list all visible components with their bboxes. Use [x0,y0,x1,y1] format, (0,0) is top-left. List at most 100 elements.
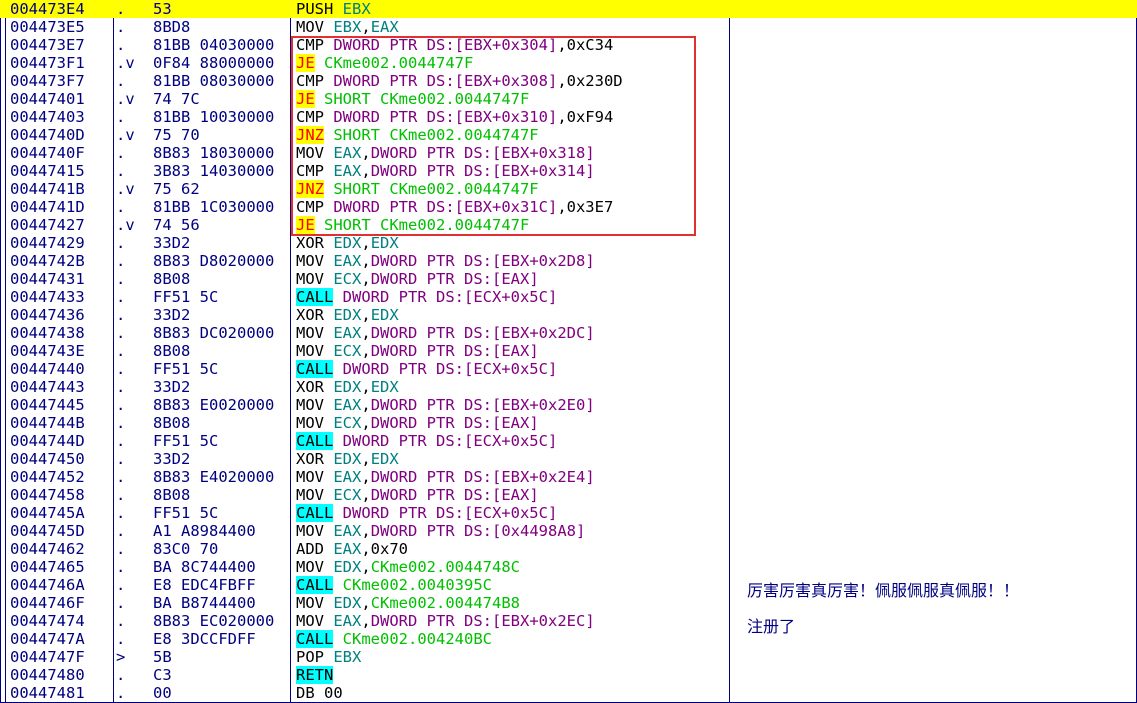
asm-token [324,648,333,666]
address-cell: 00447436 [10,306,85,324]
table-row[interactable]: 0044747A. E8 3DCCFDFF CALL CKme002.004240B… [0,630,1137,648]
table-row[interactable]: 00447431. 8B08 MOV ECX,DWORD PTR DS:[EAX] [0,270,1137,288]
asm-token [324,486,333,504]
address-cell: 0044747F [10,648,85,666]
address-cell: 0044745D [10,522,85,540]
asm-token: CKme002.004474B8 [370,594,520,612]
asm-token: , [361,612,371,630]
table-row[interactable]: 00447452. 8B83 E4020000 MOV EAX,DWORD PTR … [0,468,1137,486]
asm-token: MOV [296,324,324,342]
asm-token [324,450,333,468]
hex-dump-cell: 33D2 [153,234,191,252]
comment-text: 注册了 [747,617,796,636]
hex-dump-cell: 81BB 04030000 [153,36,275,54]
asm-token [324,612,333,630]
asm-token [315,684,324,702]
hex-dump-cell: 33D2 [153,450,191,468]
disassembly-cell: PUSH EBX [296,0,726,18]
hex-dump-cell: E8 EDC4FBFF [153,576,256,594]
address-cell: 00447438 [10,324,85,342]
address-cell: 0044740D [10,126,85,144]
asm-token [324,234,333,252]
hex-dump-cell: 8B83 D8020000 [153,252,275,270]
disassembly-cell: MOV ECX,DWORD PTR DS:[EAX] [296,486,726,504]
address-cell: 00447481 [10,684,85,702]
table-row[interactable]: 00447433. FF51 5C CALL DWORD PTR DS:[ECX+0… [0,288,1137,306]
table-row[interactable]: 00447458. 8B08 MOV ECX,DWORD PTR DS:[EAX] [0,486,1137,504]
asm-token: EDX [333,378,362,396]
asm-token: EAX [333,468,362,486]
asm-token: EDX [370,378,399,396]
table-row[interactable]: 00447474. 8B83 EC020000 MOV EAX,DWORD PTR … [0,612,1137,630]
address-cell: 004473F1 [10,54,85,72]
hex-dump-cell: 3B83 14030000 [153,162,275,180]
asm-token: CALL [296,504,334,522]
asm-token [324,540,333,558]
table-row[interactable]: 00447462. 83C0 70 ADD EAX,0x70 [0,540,1137,558]
address-cell: 00447443 [10,378,85,396]
asm-token: , [361,558,371,576]
table-row[interactable]: 0044745D. A1 A8984400 MOV EAX,DWORD PTR DS… [0,522,1137,540]
table-row[interactable]: 0044743E. 8B08 MOV ECX,DWORD PTR DS:[EAX] [0,342,1137,360]
table-row[interactable]: 00447440. FF51 5C CALL DWORD PTR DS:[ECX+0… [0,360,1137,378]
address-cell: 004473F7 [10,72,85,90]
hex-dump-cell: FF51 5C [153,288,219,306]
disassembly-cell: XOR EDX,EDX [296,378,726,396]
asm-token: MOV [296,594,324,612]
asm-token: , [361,378,371,396]
table-row[interactable]: 00447450. 33D2 XOR EDX,EDX [0,450,1137,468]
table-row[interactable]: 004473E5. 8BD8 MOV EBX,EAX [0,18,1137,36]
asm-token: , [361,342,371,360]
table-row[interactable]: 00447480. C3 RETN [0,666,1137,684]
table-row[interactable]: 00447436. 33D2 XOR EDX,EDX [0,306,1137,324]
asm-token: 00 [324,684,343,702]
asm-token: ECX [333,270,362,288]
disassembly-cell: CALL DWORD PTR DS:[ECX+0x5C] [296,504,726,522]
table-row[interactable]: 0044742B. 8B83 D8020000 MOV EAX,DWORD PTR … [0,252,1137,270]
table-row[interactable]: 0044744D. FF51 5C CALL DWORD PTR DS:[ECX+0… [0,432,1137,450]
hex-dump-cell: 5B [153,648,172,666]
asm-token [324,378,333,396]
asm-token: DWORD PTR DS:[EAX] [370,414,539,432]
address-cell: 004473E4 [10,0,85,18]
address-cell: 00447462 [10,540,85,558]
asm-token: , [361,468,371,486]
table-row[interactable]: 00447481. 00 DB 00 [0,684,1137,702]
jump-marker: . [116,432,126,450]
table-row[interactable]: 00447443. 33D2 XOR EDX,EDX [0,378,1137,396]
table-row[interactable]: 0044747F >5B POP EBX [0,648,1137,666]
table-row[interactable]: 004473E4. 53 PUSH EBX [0,0,1137,18]
asm-token [324,342,333,360]
address-cell: 00447458 [10,486,85,504]
asm-token: XOR [296,450,324,468]
hex-dump-cell: 8B08 [153,270,191,288]
asm-token [333,576,342,594]
address-cell: 00447433 [10,288,85,306]
table-row[interactable]: 00447429. 33D2 XOR EDX,EDX [0,234,1137,252]
asm-token: EDX [333,450,362,468]
jump-marker: . [116,0,126,18]
hex-dump-cell: 8B83 E0020000 [153,396,275,414]
hex-dump-cell: 8B08 [153,486,191,504]
table-row[interactable]: 0044745A. FF51 5C CALL DWORD PTR DS:[ECX+0… [0,504,1137,522]
table-row[interactable]: 00447438. 8B83 DC020000 MOV EAX,DWORD PTR … [0,324,1137,342]
asm-token: MOV [296,558,324,576]
hex-dump-cell: 8B83 DC020000 [153,324,275,342]
table-row[interactable]: 0044744B. 8B08 MOV ECX,DWORD PTR DS:[EAX] [0,414,1137,432]
asm-token: CALL [296,360,334,378]
disassembly-cell: RETN [296,666,726,684]
table-row[interactable]: 00447465. BA 8C744400 MOV EDX,CKme002.0044… [0,558,1137,576]
address-cell: 004473E7 [10,36,85,54]
hex-dump-cell: 81BB 10030000 [153,108,275,126]
address-cell: 00447450 [10,450,85,468]
hex-dump-cell: C3 [153,666,172,684]
jump-marker: . [116,450,126,468]
disassembly-cell: MOV EAX,DWORD PTR DS:[EBX+0x2D8] [296,252,726,270]
jump-marker: . [116,540,126,558]
asm-token: , [361,396,371,414]
asm-token: ADD [296,540,324,558]
hex-dump-cell: 8B83 18030000 [153,144,275,162]
asm-token: EAX [333,396,362,414]
asm-token: CALL [296,576,334,594]
table-row[interactable]: 00447445. 8B83 E0020000 MOV EAX,DWORD PTR … [0,396,1137,414]
